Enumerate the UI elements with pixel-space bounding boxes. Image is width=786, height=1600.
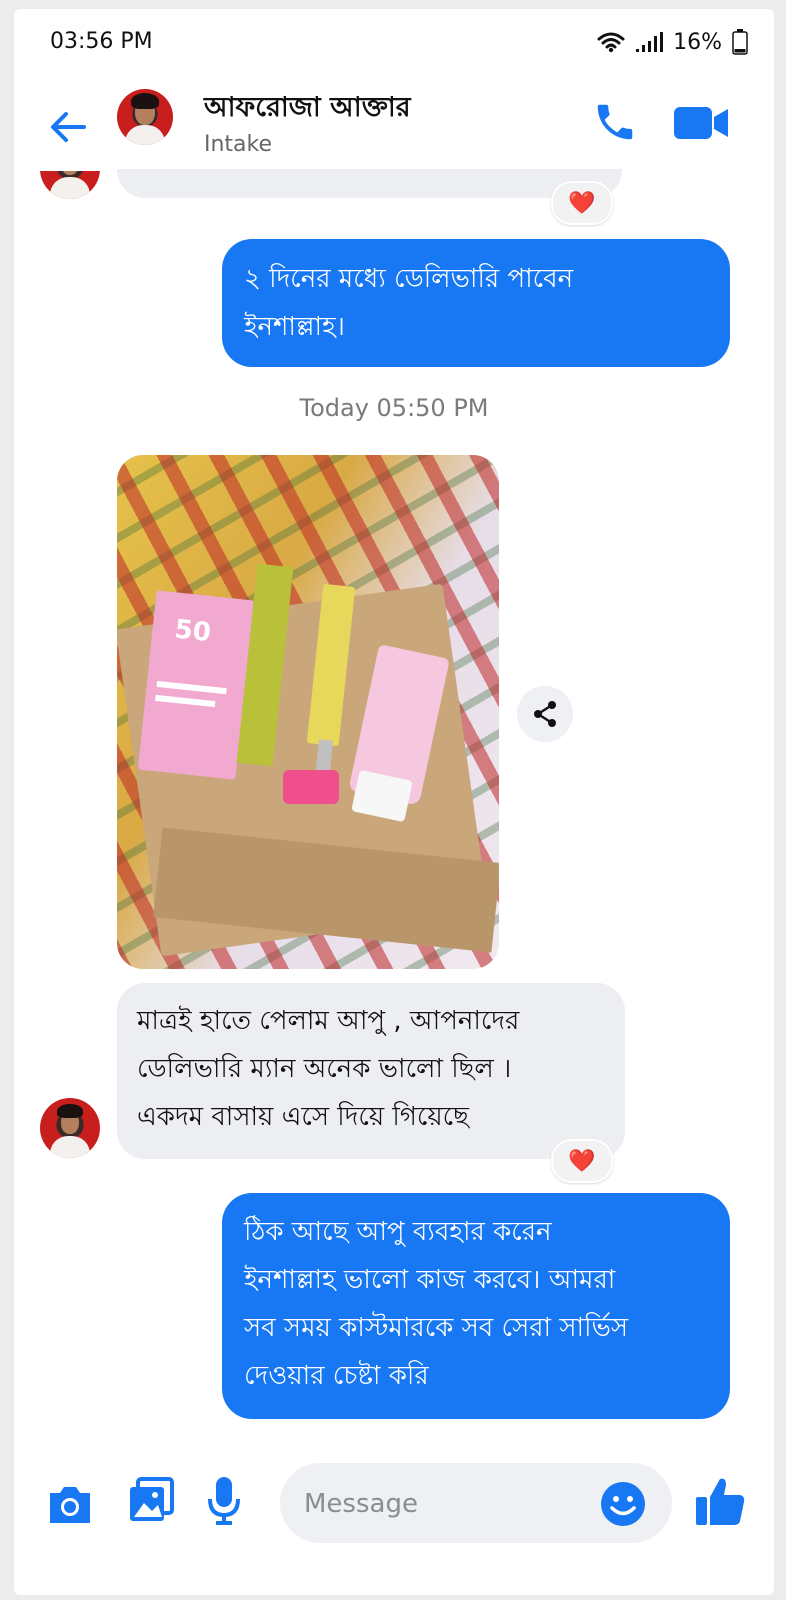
message-text: ২ দিনের মধ্যে ডেলিভারি পাবেন ইনশাল্লাহ। [244,264,574,342]
microphone-icon[interactable] [206,1475,242,1527]
sender-avatar[interactable] [40,1098,100,1158]
camera-icon[interactable] [46,1483,94,1525]
status-time: 03:56 PM [50,29,153,54]
message-input-container[interactable] [280,1463,672,1545]
status-icons: 16% [597,29,748,55]
message-text: ঠিক আছে আপু ব্যবহার করেন ইনশাল্লাহ ভালো … [244,1217,629,1391]
messenger-screen: 03:56 PM 16% আফরোজা আক্তার Intake [14,9,774,1595]
gallery-icon[interactable] [128,1477,176,1523]
contact-avatar[interactable] [117,89,173,145]
contact-name[interactable]: আফরোজা আক্তার [204,87,411,132]
message-input[interactable] [302,1463,586,1545]
message-text: মাত্রই হাতে পেলাম আপু , আপনাদের ডেলিভারি… [137,1006,520,1132]
cream-jar [283,770,339,804]
phone-icon[interactable] [592,99,638,145]
heart-reaction[interactable]: ❤️ [551,1139,613,1183]
pink-product-box: 50 [137,590,255,780]
product-photo[interactable]: 50 [117,455,499,969]
wifi-icon [597,32,625,53]
battery-percent: 16% [673,29,722,55]
signal-icon [636,32,664,52]
share-button[interactable] [517,686,573,742]
heart-reaction[interactable]: ❤️ [551,181,613,225]
message-bubble-outgoing[interactable]: ঠিক আছে আপু ব্যবহার করেন ইনশাল্লাহ ভালো … [222,1193,730,1419]
app-header: 03:56 PM 16% আফরোজা আক্তার Intake [14,9,774,169]
timestamp: Today 05:50 PM [299,394,489,422]
thumbs-up-icon[interactable] [694,1475,746,1527]
video-camera-icon[interactable] [672,103,732,143]
back-arrow-icon[interactable] [48,107,88,147]
contact-subtitle: Intake [204,132,273,157]
emoji-icon[interactable] [600,1481,646,1527]
battery-icon [732,29,748,55]
message-bubble-incoming[interactable]: মাত্রই হাতে পেলাম আপু , আপনাদের ডেলিভারি… [117,983,625,1159]
message-bubble-outgoing[interactable]: ২ দিনের মধ্যে ডেলিভারি পাবেন ইনশাল্লাহ। [222,239,730,367]
share-icon [534,701,556,727]
